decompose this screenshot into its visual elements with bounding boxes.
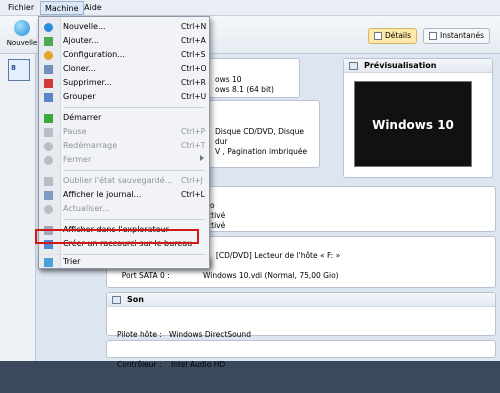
preview-title: Prévisualisation bbox=[364, 61, 437, 70]
menu-item-label: Démarrer bbox=[63, 113, 102, 122]
menu-item-shortcut: Ctrl+A bbox=[181, 36, 206, 45]
vm-os-icon: 8 bbox=[11, 64, 16, 72]
menu-item-clone[interactable]: Cloner... Ctrl+O bbox=[39, 62, 211, 76]
menu-aide[interactable]: Aide bbox=[80, 1, 106, 15]
general-line-2: ows 8.1 (64 bit) bbox=[215, 85, 274, 94]
menu-item-delete[interactable]: Supprimer... Ctrl+R bbox=[39, 76, 211, 90]
menu-item-shortcut: Ctrl+R bbox=[181, 78, 206, 87]
preview-screen: Windows 10 bbox=[354, 81, 472, 167]
menu-machine[interactable]: Machine bbox=[40, 1, 84, 15]
clone-icon bbox=[44, 65, 53, 74]
general-line-1: ows 10 bbox=[215, 75, 242, 84]
menu-item-label: Nouvelle... bbox=[63, 22, 106, 31]
section-system: Disque CD/DVD, Disque dur V , Pagination… bbox=[208, 100, 320, 168]
menu-item-label: Actualiser... bbox=[63, 204, 110, 213]
menu-item-label: Supprimer... bbox=[63, 78, 112, 87]
menu-item-start[interactable]: Démarrer bbox=[39, 111, 211, 125]
preview-header: Prévisualisation bbox=[344, 59, 492, 73]
section-audio: Son Pilote hôte : Windows DirectSound Co… bbox=[106, 292, 496, 369]
details-icon bbox=[374, 32, 382, 40]
menu-item-discard[interactable]: Oublier l'état sauvegardé... Ctrl+J bbox=[39, 174, 211, 188]
refresh-icon bbox=[44, 205, 53, 214]
menu-item-label: Configuration... bbox=[63, 50, 125, 59]
menu-separator bbox=[63, 107, 205, 108]
new-vm-label: Nouvelle bbox=[6, 39, 38, 47]
menu-item-log[interactable]: Afficher le journal... Ctrl+L bbox=[39, 188, 211, 202]
audio-header[interactable]: Son bbox=[107, 293, 495, 307]
discard-icon bbox=[44, 177, 53, 186]
menubar: Fichier Machine Aide bbox=[0, 0, 500, 16]
menu-item-label: Oublier l'état sauvegardé... bbox=[63, 176, 173, 185]
menu-item-label: Redémarrage bbox=[63, 141, 118, 150]
details-button[interactable]: Détails bbox=[368, 28, 418, 44]
menu-item-shortcut: Ctrl+U bbox=[181, 92, 207, 101]
audio-line-2: Contrôleur : Intel Audio HD bbox=[117, 360, 226, 369]
menu-item-close[interactable]: Fermer bbox=[39, 153, 211, 167]
menu-item-label: Ajouter... bbox=[63, 36, 99, 45]
delete-icon bbox=[44, 79, 53, 88]
storage-line-3: Port SATA 0 : Windows 10.vdi (Normal, 75… bbox=[117, 271, 339, 280]
menu-item-shortcut: Ctrl+P bbox=[181, 127, 206, 136]
preview-icon bbox=[349, 62, 358, 70]
menu-item-sort[interactable]: Trier bbox=[39, 255, 211, 269]
menu-item-shortcut: Ctrl+O bbox=[181, 64, 207, 73]
audio-title: Son bbox=[127, 295, 144, 304]
new-icon bbox=[14, 20, 30, 36]
vm-list-item[interactable]: 8 bbox=[8, 59, 30, 81]
view-switcher: Détails Instantanés bbox=[368, 28, 490, 44]
menu-item-group[interactable]: Grouper Ctrl+U bbox=[39, 90, 211, 104]
menu-item-pause[interactable]: Pause Ctrl+P bbox=[39, 125, 211, 139]
menu-item-label: Fermer bbox=[63, 155, 92, 164]
menu-item-label: Cloner... bbox=[63, 64, 96, 73]
menu-fichier[interactable]: Fichier bbox=[4, 1, 38, 15]
menu-item-add[interactable]: Ajouter... Ctrl+A bbox=[39, 34, 211, 48]
close-icon bbox=[44, 156, 53, 165]
snapshots-label: Instantanés bbox=[440, 31, 484, 40]
menu-item-shortcut: Ctrl+T bbox=[181, 141, 206, 150]
menu-item-label: Grouper bbox=[63, 92, 96, 101]
reset-icon bbox=[44, 142, 53, 151]
start-icon bbox=[44, 114, 53, 123]
menu-separator bbox=[63, 219, 205, 220]
menu-item-shortcut: Ctrl+N bbox=[181, 22, 207, 31]
sort-icon bbox=[44, 258, 53, 267]
menu-item-label: Afficher le journal... bbox=[63, 190, 142, 199]
snapshots-icon bbox=[429, 32, 438, 40]
display-line-3: ctivé bbox=[207, 221, 226, 230]
section-preview: Prévisualisation Windows 10 bbox=[343, 58, 493, 178]
menu-item-refresh[interactable]: Actualiser... bbox=[39, 202, 211, 216]
details-label: Détails bbox=[385, 31, 412, 40]
menu-separator bbox=[63, 170, 205, 171]
group-icon bbox=[44, 93, 53, 102]
app-window: Fichier Machine Aide Nouvelle Détails In… bbox=[0, 0, 500, 369]
menu-item-shortcut: Ctrl+J bbox=[181, 176, 203, 185]
menu-item-settings[interactable]: Configuration... Ctrl+S bbox=[39, 48, 211, 62]
section-network bbox=[106, 340, 496, 358]
display-line-2: ctivé bbox=[207, 211, 226, 220]
menu-item-shortcut: Ctrl+S bbox=[181, 50, 206, 59]
machine-menu-bottom: Trier bbox=[38, 255, 210, 269]
menu-item-shortcut: Ctrl+L bbox=[181, 190, 205, 199]
section-general: ows 10 ows 8.1 (64 bit) bbox=[208, 58, 300, 98]
audio-line-1: Pilote hôte : Windows DirectSound bbox=[117, 330, 251, 339]
menu-item-label: Pause bbox=[63, 127, 87, 136]
log-icon bbox=[44, 191, 53, 200]
new-icon bbox=[44, 23, 53, 32]
submenu-arrow-icon bbox=[200, 155, 204, 161]
display-line-1: to bbox=[207, 201, 215, 210]
annotation-highlight bbox=[35, 229, 199, 244]
preview-text: Windows 10 bbox=[372, 118, 454, 132]
system-line-2: V , Pagination imbriquée bbox=[215, 147, 308, 156]
new-vm-button[interactable]: Nouvelle bbox=[6, 20, 38, 52]
add-icon bbox=[44, 37, 53, 46]
system-line-1: Disque CD/DVD, Disque dur bbox=[215, 127, 305, 146]
menu-item-label: Trier bbox=[63, 257, 81, 266]
vm-list: 8 bbox=[0, 54, 36, 361]
pause-icon bbox=[44, 128, 53, 137]
audio-icon bbox=[112, 296, 121, 304]
snapshots-button[interactable]: Instantanés bbox=[423, 28, 490, 44]
menu-item-reset[interactable]: Redémarrage Ctrl+T bbox=[39, 139, 211, 153]
settings-icon bbox=[44, 51, 53, 60]
menu-item-new[interactable]: Nouvelle... Ctrl+N bbox=[39, 20, 211, 34]
